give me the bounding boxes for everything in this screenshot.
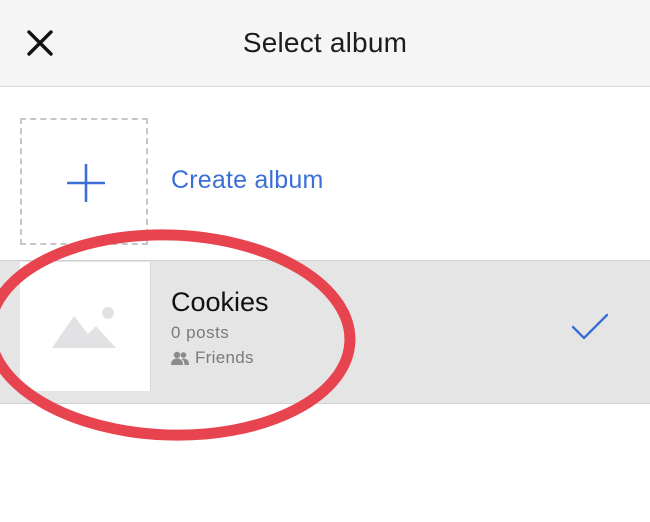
- select-album-screen: Select album Create album Cookies 0 post…: [0, 0, 650, 522]
- album-post-count: 0 posts: [171, 323, 230, 342]
- create-album-label[interactable]: Create album: [171, 166, 323, 195]
- album-thumbnail: [20, 262, 151, 391]
- album-title: Cookies: [171, 287, 269, 317]
- close-icon: [27, 30, 53, 56]
- page-title: Select album: [242, 27, 408, 58]
- album-privacy-label: Friends: [195, 348, 254, 367]
- image-placeholder-icon: [52, 307, 116, 348]
- friends-icon: [171, 351, 189, 365]
- album-row-cookies[interactable]: Cookies 0 posts Friends: [0, 260, 650, 404]
- close-button[interactable]: [20, 22, 60, 62]
- plus-icon: [67, 164, 105, 202]
- check-icon: [571, 313, 609, 340]
- album-privacy: Friends: [171, 347, 254, 369]
- create-album-row[interactable]: Create album: [0, 87, 650, 260]
- create-album-thumbnail[interactable]: [20, 118, 148, 245]
- header: Select album: [0, 0, 650, 87]
